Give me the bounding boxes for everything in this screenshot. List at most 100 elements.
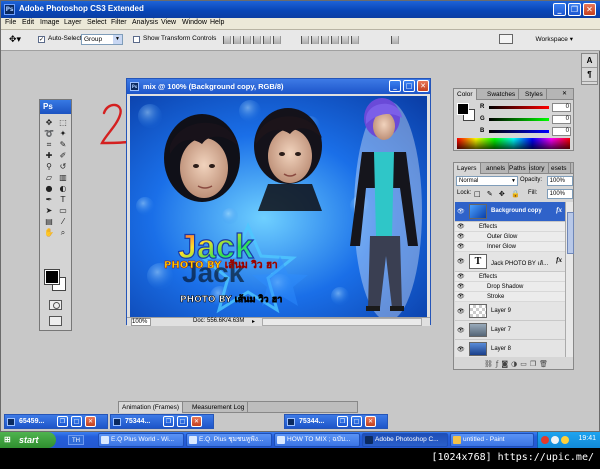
fill-field[interactable]: 100% xyxy=(547,189,573,199)
red-channel-value[interactable]: 0 xyxy=(552,103,571,112)
brush-tool-icon[interactable]: ✐ xyxy=(56,151,70,161)
effect-inner-glow[interactable]: 👁 Inner Glow xyxy=(455,242,565,252)
history-brush-icon[interactable]: ↺ xyxy=(56,162,70,172)
magic-wand-tool-icon[interactable]: ✦ xyxy=(56,129,70,139)
tools-panel-header[interactable]: Ps xyxy=(40,100,71,114)
horizontal-scrollbar[interactable] xyxy=(262,318,422,326)
layers-scrollbar[interactable] xyxy=(565,202,574,357)
close-button[interactable]: ✕ xyxy=(365,416,376,427)
layer-row-layer-8[interactable]: 👁 Layer 8 xyxy=(455,340,565,357)
menu-edit[interactable]: Edit xyxy=(22,19,34,26)
foreground-color-swatch[interactable] xyxy=(44,269,60,285)
pen-tool-icon[interactable]: ✒ xyxy=(42,195,56,205)
tray-volume-icon[interactable] xyxy=(561,436,569,444)
tab-swatches[interactable]: Swatches xyxy=(484,89,520,100)
title-bar[interactable]: Ps Adobe Photoshop CS3 Extended _ ❐ ✕ xyxy=(1,1,600,18)
document-canvas[interactable]: Jack Jack PHOTO BY เส้นม วิว ฮา PHOTO BY… xyxy=(130,96,427,318)
fx-icon[interactable]: fx xyxy=(556,206,562,214)
start-button[interactable]: ⊞ start xyxy=(0,432,56,448)
layer-row-background-copy[interactable]: 👁 Background copy fx xyxy=(455,202,565,222)
red-channel-slider[interactable] xyxy=(489,106,549,109)
hand-tool-icon[interactable]: ✋ xyxy=(42,228,56,238)
doc-maximize-button[interactable]: □ xyxy=(403,80,415,92)
blur-tool-icon[interactable]: ● xyxy=(42,184,56,194)
marquee-tool-icon[interactable]: ⬚ xyxy=(56,118,70,128)
menu-view[interactable]: View xyxy=(161,19,176,26)
group-icon[interactable]: ▭ xyxy=(520,360,530,368)
eye-icon[interactable]: 👁 xyxy=(457,222,465,232)
doc-size-info[interactable]: Doc: 556.6K/4.63M xyxy=(193,318,244,324)
maximize-button[interactable]: □ xyxy=(177,416,188,427)
tab-measurement-log[interactable]: Measurement Log xyxy=(189,402,249,413)
layer-name[interactable]: Layer 9 xyxy=(491,308,511,314)
eye-icon[interactable]: 👁 xyxy=(457,308,465,315)
tab-animation-frames[interactable]: Animation (Frames) xyxy=(119,402,184,413)
blend-mode-dropdown[interactable]: Normal ▼ xyxy=(456,176,518,186)
move-tool-icon[interactable]: ✥ xyxy=(42,118,56,128)
tab-history[interactable]: istory xyxy=(526,163,549,174)
green-channel-slider[interactable] xyxy=(489,118,549,121)
type-tool-icon[interactable]: T xyxy=(56,195,70,205)
align-buttons[interactable] xyxy=(223,36,281,45)
minimized-document-2[interactable]: 75344... ❐ □ ✕ xyxy=(110,414,214,429)
workspace-button[interactable]: Workspace ▾ xyxy=(536,35,573,43)
effects-row[interactable]: 👁 Effects xyxy=(455,222,565,232)
taskbar-item-paint[interactable]: untitled - Paint xyxy=(450,433,534,447)
eye-icon[interactable]: 👁 xyxy=(457,346,465,353)
menu-file[interactable]: File xyxy=(5,19,16,26)
menu-image[interactable]: Image xyxy=(40,19,59,26)
close-button[interactable]: ✕ xyxy=(191,416,202,427)
mask-icon[interactable]: ◙ xyxy=(501,360,511,368)
taskbar-item-photoshop[interactable]: Adobe Photoshop C... xyxy=(362,433,448,447)
eraser-tool-icon[interactable]: ▱ xyxy=(42,173,56,183)
paragraph-panel-icon[interactable]: ¶ xyxy=(582,68,597,82)
effect-stroke[interactable]: 👁 Stroke xyxy=(455,292,565,302)
tab-layers[interactable]: Layers xyxy=(454,163,481,174)
menu-analysis[interactable]: Analysis xyxy=(132,19,158,26)
eye-icon[interactable]: 👁 xyxy=(457,208,465,215)
restore-button[interactable]: ❐ xyxy=(568,3,581,16)
tab-color[interactable]: Color xyxy=(454,89,477,100)
maximize-button[interactable]: □ xyxy=(351,416,362,427)
taskbar-item-eq-plus-world[interactable]: E.Q Plus World - Wi... xyxy=(98,433,184,447)
menu-layer[interactable]: Layer xyxy=(64,19,82,26)
restore-button[interactable]: ❐ xyxy=(337,416,348,427)
show-transform-checkbox[interactable] xyxy=(133,36,140,43)
close-button[interactable]: ✕ xyxy=(583,3,596,16)
new-layer-icon[interactable]: ❐ xyxy=(530,360,539,368)
doc-minimize-button[interactable]: _ xyxy=(389,80,401,92)
blue-channel-value[interactable]: 0 xyxy=(552,127,571,136)
distribute-buttons[interactable] xyxy=(301,36,359,45)
menu-filter[interactable]: Filter xyxy=(111,19,127,26)
eye-icon[interactable]: 👁 xyxy=(457,258,465,265)
link-icon[interactable]: ⛓ xyxy=(484,360,496,368)
trash-icon[interactable]: 🗑 xyxy=(539,360,551,368)
notes-tool-icon[interactable]: ▤ xyxy=(42,217,56,227)
lasso-tool-icon[interactable]: ➰ xyxy=(42,129,56,139)
restore-button[interactable]: ❐ xyxy=(163,416,174,427)
layer-name[interactable]: Jack PHOTO BY เส้... xyxy=(491,258,548,268)
eye-icon[interactable]: 👁 xyxy=(457,232,465,242)
eye-icon[interactable]: 👁 xyxy=(457,292,465,302)
dodge-tool-icon[interactable]: ◐ xyxy=(56,184,70,194)
blue-channel-slider[interactable] xyxy=(489,130,549,133)
slice-tool-icon[interactable]: ✎ xyxy=(56,140,70,150)
quick-mask-icon[interactable] xyxy=(49,300,62,310)
language-indicator[interactable]: TH xyxy=(68,435,84,445)
color-spectrum-bar[interactable] xyxy=(457,138,570,149)
lock-icons[interactable]: □ ✎ ✥ 🔒 xyxy=(474,190,522,198)
tab-styles[interactable]: Styles xyxy=(522,89,547,100)
doc-close-button[interactable]: ✕ xyxy=(417,80,429,92)
effect-outer-glow[interactable]: 👁 Outer Glow xyxy=(455,232,565,242)
move-tool-preset-icon[interactable]: ✥▾ xyxy=(9,35,23,45)
eyedropper-tool-icon[interactable]: ⁄ xyxy=(56,217,70,227)
layer-row-layer-7[interactable]: 👁 Layer 7 xyxy=(455,321,565,340)
shape-tool-icon[interactable]: ▭ xyxy=(56,206,70,216)
auto-select-checkbox[interactable]: ✓ xyxy=(38,36,45,43)
clone-stamp-icon[interactable]: ⚲ xyxy=(42,162,56,172)
adjustment-icon[interactable]: ◑ xyxy=(511,360,520,368)
green-channel-value[interactable]: 0 xyxy=(552,115,571,124)
panel-menu-icon[interactable]: ✕ xyxy=(559,89,570,100)
healing-brush-icon[interactable]: ✚ xyxy=(42,151,56,161)
menu-window[interactable]: Window xyxy=(182,19,207,26)
